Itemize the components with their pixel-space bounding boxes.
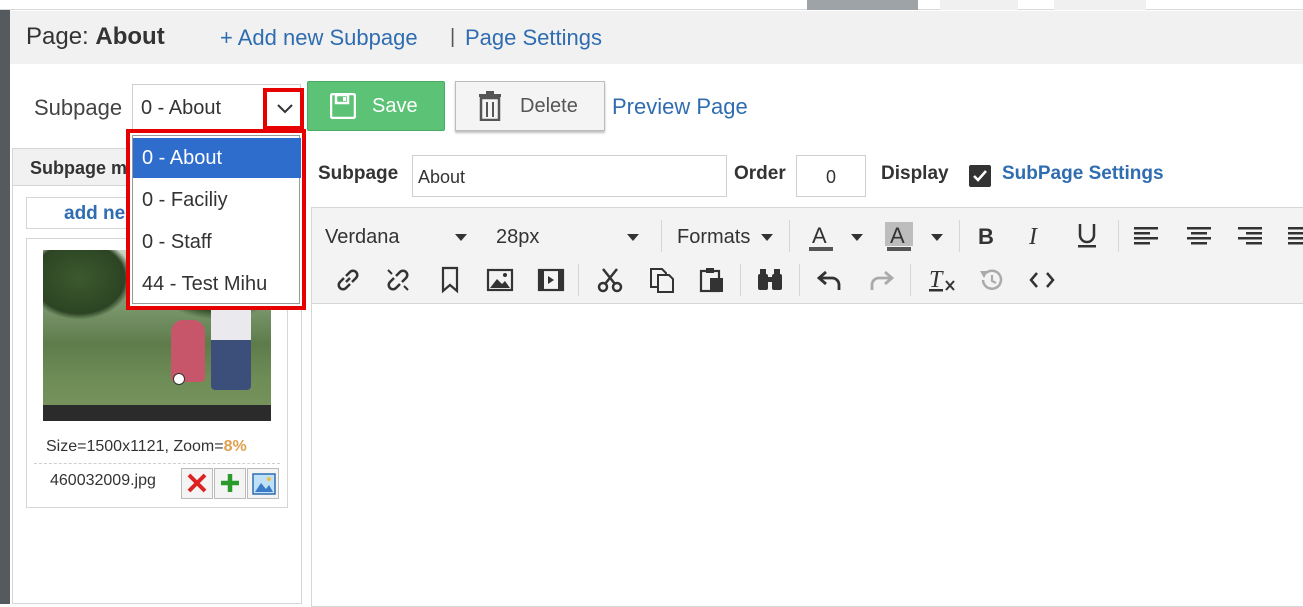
align-center-icon[interactable] (1186, 226, 1212, 246)
subpage-dropdown-list: 0 - About 0 - Faciliy 0 - Staff 44 - Tes… (126, 129, 306, 310)
order-label: Order (734, 163, 786, 184)
save-button[interactable]: Save (307, 81, 445, 131)
toolbar-divider (799, 264, 800, 296)
zoom-value: 8% (223, 438, 247, 455)
order-input[interactable]: 0 (796, 155, 866, 197)
trash-icon (479, 91, 501, 121)
toolbar-divider (959, 220, 960, 252)
subpage-select-value: 0 - About (141, 97, 222, 119)
image-divider (34, 463, 280, 464)
subpage-name-label: Subpage (318, 163, 399, 184)
page-title: Page: About (26, 23, 165, 50)
delete-button[interactable]: Delete (455, 81, 605, 131)
green-plus-icon (221, 474, 239, 492)
display-label: Display (881, 163, 949, 184)
image-filename: 460032009.jpg (50, 472, 156, 489)
cut-icon[interactable] (596, 266, 624, 294)
underline-icon[interactable] (1076, 222, 1098, 248)
browser-top-strip (0, 0, 1303, 10)
top-tab-dark (807, 0, 918, 10)
save-button-label: Save (372, 95, 418, 117)
display-checkbox[interactable] (969, 165, 991, 187)
font-size-caret-icon[interactable] (627, 234, 639, 241)
svg-text:A: A (812, 223, 827, 248)
dropdown-option-about[interactable]: 0 - About (133, 138, 301, 178)
link-icon[interactable] (334, 266, 362, 294)
video-icon[interactable] (537, 268, 565, 292)
edit-image-button[interactable] (247, 468, 279, 499)
italic-icon[interactable]: I (1026, 224, 1046, 248)
add-image-button[interactable] (214, 468, 246, 499)
toolbar-divider (578, 264, 579, 296)
preview-page-link[interactable]: Preview Page (612, 94, 748, 120)
font-family-select[interactable]: Verdana (325, 226, 400, 249)
subpage-settings-link[interactable]: SubPage Settings (1002, 163, 1164, 185)
picture-icon (252, 473, 276, 495)
bookmark-icon[interactable] (440, 266, 460, 294)
clear-formatting-icon[interactable]: T (927, 266, 957, 294)
font-size-select[interactable]: 28px (496, 226, 539, 249)
svg-text:B: B (978, 224, 994, 248)
font-family-caret-icon[interactable] (455, 234, 467, 241)
left-sidebar-edge (0, 10, 10, 604)
top-tab-light (940, 0, 1018, 10)
background-color-icon[interactable]: A (885, 222, 913, 252)
unlink-icon[interactable] (384, 266, 412, 294)
delete-image-button[interactable] (181, 468, 213, 499)
dropdown-option-faciliy[interactable]: 0 - Faciliy (133, 180, 301, 220)
subpage-name-input[interactable]: About (412, 155, 727, 197)
page-settings-link[interactable]: Page Settings (465, 25, 602, 51)
svg-text:I: I (1028, 224, 1038, 248)
align-left-icon[interactable] (1134, 226, 1160, 246)
undo-icon[interactable] (816, 266, 844, 294)
align-right-icon[interactable] (1236, 226, 1262, 246)
dropdown-option-staff[interactable]: 0 - Staff (133, 222, 301, 262)
toolbar-divider (910, 264, 911, 296)
subpage-select-label: Subpage (34, 95, 123, 120)
find-replace-icon[interactable] (756, 266, 784, 294)
toolbar-divider (789, 220, 790, 252)
align-justify-icon[interactable] (1286, 226, 1303, 246)
source-code-icon[interactable] (1028, 268, 1056, 292)
svg-text:A: A (890, 223, 905, 248)
editor-toolbar: Verdana 28px Formats A A B I T (312, 208, 1303, 304)
checkmark-icon (973, 170, 987, 182)
bold-icon[interactable]: B (976, 224, 996, 248)
dropdown-option-test-mihu[interactable]: 44 - Test Mihu (133, 264, 301, 304)
floppy-disk-icon (330, 93, 356, 119)
subpage-dropdown-toggle[interactable] (263, 88, 304, 130)
text-color-icon[interactable]: A (807, 222, 835, 252)
image-icon[interactable] (486, 268, 514, 292)
image-size-info: Size=1500x1121, Zoom=8% (46, 438, 247, 455)
redo-icon[interactable] (867, 266, 895, 294)
chevron-down-icon (277, 104, 293, 114)
red-x-icon (187, 473, 207, 493)
page-header: Page: About + Add new Subpage | Page Set… (10, 11, 1303, 64)
background-color-caret-icon[interactable] (931, 234, 943, 241)
toolbar-divider (740, 264, 741, 296)
add-subpage-link[interactable]: + Add new Subpage (220, 25, 418, 51)
copy-icon[interactable] (648, 266, 676, 294)
toolbar-divider (661, 220, 662, 252)
restore-draft-icon[interactable] (978, 266, 1006, 294)
top-tab-light-2 (1054, 0, 1146, 10)
formats-menu[interactable]: Formats (677, 226, 750, 249)
formats-caret-icon[interactable] (761, 234, 773, 241)
text-color-caret-icon[interactable] (851, 234, 863, 241)
header-separator: | (450, 26, 456, 48)
toolbar-divider (1118, 220, 1119, 252)
page-name: About (95, 23, 165, 50)
delete-button-label: Delete (520, 95, 578, 117)
paste-icon[interactable] (698, 266, 726, 294)
